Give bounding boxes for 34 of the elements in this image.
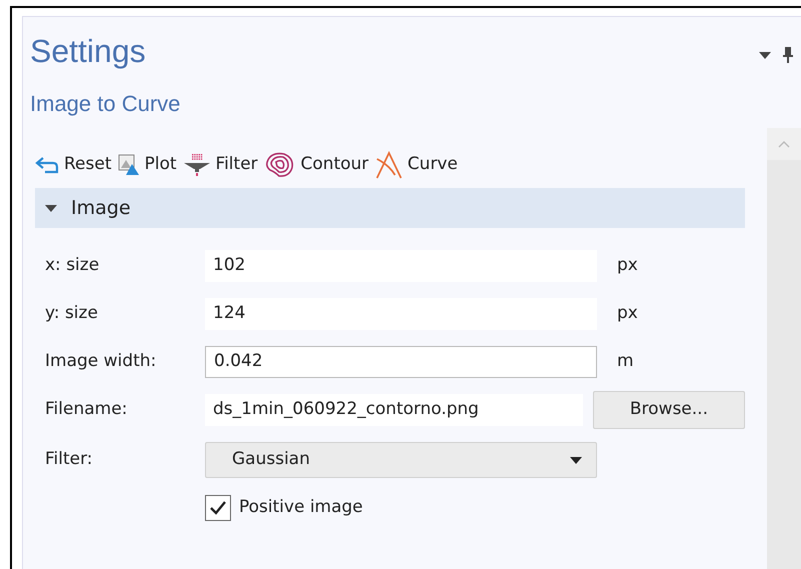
field-label: x: size [45, 254, 100, 278]
pin-icon[interactable] [783, 47, 793, 63]
section-header[interactable]: Image [35, 188, 745, 228]
toolbar-button[interactable]: Contour [264, 152, 369, 178]
scrollbar[interactable] [767, 128, 801, 569]
filter-dropdown[interactable]: Gaussian [205, 442, 597, 478]
image-plot-icon [118, 154, 140, 176]
toolbar-button[interactable]: Plot [118, 152, 177, 178]
checkbox-label: Positive image [239, 496, 363, 520]
unit-label: px [617, 302, 638, 326]
panel-title: Settings [30, 32, 147, 71]
toolbar-button[interactable]: Filter [182, 152, 258, 178]
value-field[interactable]: 102 [205, 250, 597, 282]
field-label: Image width: [45, 350, 158, 374]
contour-icon [264, 152, 296, 178]
unit-label: px [617, 254, 638, 278]
field-label: y: size [45, 302, 99, 326]
panel-subtitle: Image to Curve [30, 90, 180, 118]
unit-label: m [617, 350, 634, 374]
toolbar-button[interactable]: Reset [35, 152, 112, 178]
value-field[interactable]: 0.042 [205, 346, 597, 378]
caret-icon [570, 456, 582, 464]
browse-button[interactable]: Browse... [592, 391, 745, 429]
filename-field[interactable]: ds_1min_060922_contorno.png [205, 394, 583, 426]
value-field[interactable]: 124 [205, 298, 597, 330]
toolbar-button[interactable]: Curve [374, 151, 458, 179]
check-icon [209, 500, 227, 516]
filter-icon [182, 153, 211, 177]
field-label: Filename: [45, 398, 128, 422]
curve-icon [374, 151, 403, 179]
dropdown-caret-icon[interactable] [759, 52, 771, 58]
checkbox[interactable] [205, 495, 231, 521]
field-label: Filter: [45, 448, 94, 472]
undo-arrow-icon [35, 156, 59, 174]
